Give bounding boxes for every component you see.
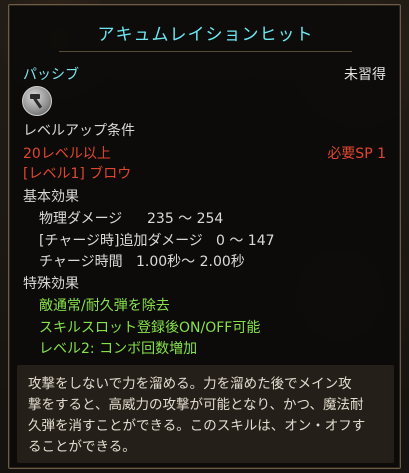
skill-name: アキュムレイションヒット — [97, 24, 314, 45]
special-effect-line: スキルスロット登録後ON/OFF可能 — [39, 320, 261, 336]
learn-status: 未習得 — [344, 67, 386, 83]
prerequisite-skill: [レベル1] ブロウ — [23, 166, 132, 182]
levelup-title: レベルアップ条件 — [23, 123, 135, 139]
description-box: 攻撃をしないで力を溜める。力を溜めた後でメイン攻 撃をすると、高威力の攻撃が可能… — [17, 365, 394, 463]
tooltip-header: アキュムレイションヒット — [59, 13, 352, 52]
basic-effect-title: 基本効果 — [23, 189, 79, 205]
special-effect-line: 敵通常/耐久弾を除去 — [39, 298, 170, 314]
special-effect-title: 特殊効果 — [23, 276, 79, 292]
physical-damage-value: 235 ～ 254 — [147, 211, 224, 227]
skill-tooltip: アキュムレイションヒット パッシブ 未習得 レベルアップ条件 20レベル以上 必… — [8, 4, 401, 469]
required-sp: 必要SP 1 — [327, 146, 386, 162]
required-level: 20レベル以上 — [23, 146, 111, 162]
special-effect-line: レベル2: コンボ回数増加 — [39, 341, 198, 357]
physical-damage-label: 物理ダメージ — [39, 211, 123, 227]
skill-type: パッシブ — [23, 67, 79, 83]
hammer-icon — [22, 86, 52, 116]
charge-time-label: チャージ時間 — [39, 254, 123, 270]
charge-damage-value: 0 ～ 147 — [216, 233, 275, 249]
charge-time-value: 1.00秒～ 2.00秒 — [136, 254, 245, 270]
charge-damage-label: [チャージ時]追加ダメージ — [39, 233, 203, 249]
skill-description: 攻撃をしないで力を溜める。力を溜めた後でメイン攻 撃をすると、高威力の攻撃が可能… — [28, 376, 366, 455]
